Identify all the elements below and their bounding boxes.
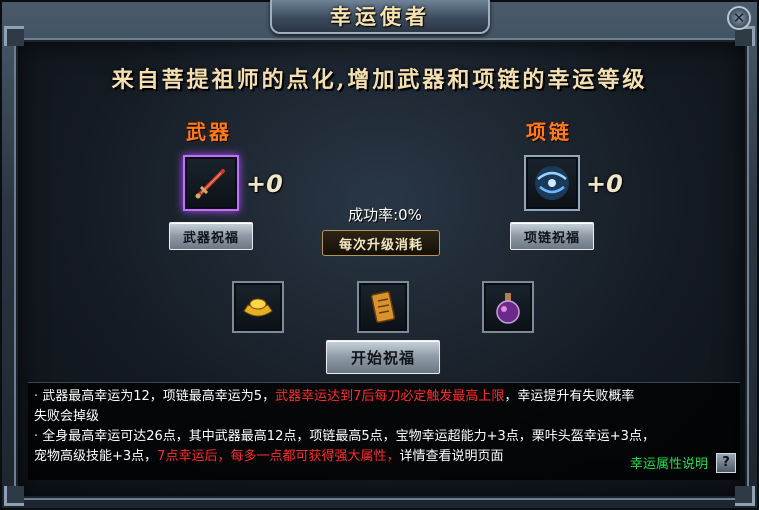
info-text: 武器最高幸运为12，项链最高幸运为5， <box>42 389 276 404</box>
info-text: 失败会掉级 <box>34 409 100 424</box>
necklace-slot[interactable] <box>524 155 580 211</box>
weapon-label: 武器 <box>186 120 232 144</box>
info-line: 失败会掉级 <box>34 407 734 427</box>
scroll-icon <box>370 291 396 323</box>
title-plate: 幸运使者 <box>270 0 490 34</box>
start-bless-button[interactable]: 开始祝福 <box>326 340 440 374</box>
info-line: · 武器最高幸运为12，项链最高幸运为5，武器幸运达到7后每刀必定触发最高上限，… <box>34 389 635 404</box>
cost-label: 每次升级消耗 <box>322 230 440 256</box>
close-button[interactable]: ✕ <box>727 6 751 30</box>
sword-icon <box>195 169 225 199</box>
info-text: 宠物高级技能+3点， <box>34 449 158 464</box>
weapon-bonus: +0 <box>246 170 283 198</box>
necklace-label: 项链 <box>526 120 572 144</box>
question-icon: ? <box>722 455 730 470</box>
success-rate: 成功率:0% <box>348 206 422 224</box>
potion-icon <box>496 293 520 324</box>
weapon-bless-button[interactable]: 武器祝福 <box>169 222 253 250</box>
info-panel: · 武器最高幸运为12，项链最高幸运为5，武器幸运达到7后每刀必定触发最高上限，… <box>28 382 740 480</box>
info-text: ，幸运提升有失败概率 <box>504 389 635 404</box>
weapon-slot[interactable] <box>183 155 239 211</box>
info-line: · 全身最高幸运可达26点，其中武器最高12点，项链最高5点，宝物幸运超能力+3… <box>34 429 655 444</box>
frame-corner <box>735 486 755 506</box>
headline: 来自菩提祖师的点化,增加武器和项链的幸运等级 <box>111 67 648 93</box>
frame-corner <box>4 486 24 506</box>
help-button[interactable]: ? <box>716 453 736 473</box>
info-warning: 武器幸运达到7后每刀必定触发最高上限 <box>275 389 505 404</box>
necklace-icon <box>535 166 569 200</box>
window-title: 幸运使者 <box>330 4 430 29</box>
material-slot[interactable] <box>232 281 284 333</box>
material-slot[interactable] <box>357 281 409 333</box>
necklace-bless-button[interactable]: 项链祝福 <box>510 222 594 250</box>
necklace-bonus: +0 <box>586 170 623 198</box>
close-icon: ✕ <box>732 8 746 27</box>
info-text: 详情查看说明页面 <box>399 449 504 464</box>
luck-attribute-help-link[interactable]: 幸运属性说明 <box>630 455 708 475</box>
material-slot[interactable] <box>482 281 534 333</box>
info-text: 全身最高幸运可达26点，其中武器最高12点，项链最高5点，宝物幸运超能力+3点，… <box>42 429 655 444</box>
info-warning: 7点幸运后，每多一点都可获得强大属性， <box>157 449 400 464</box>
gold-ingot-icon <box>243 298 273 317</box>
frame-corner <box>4 26 24 46</box>
